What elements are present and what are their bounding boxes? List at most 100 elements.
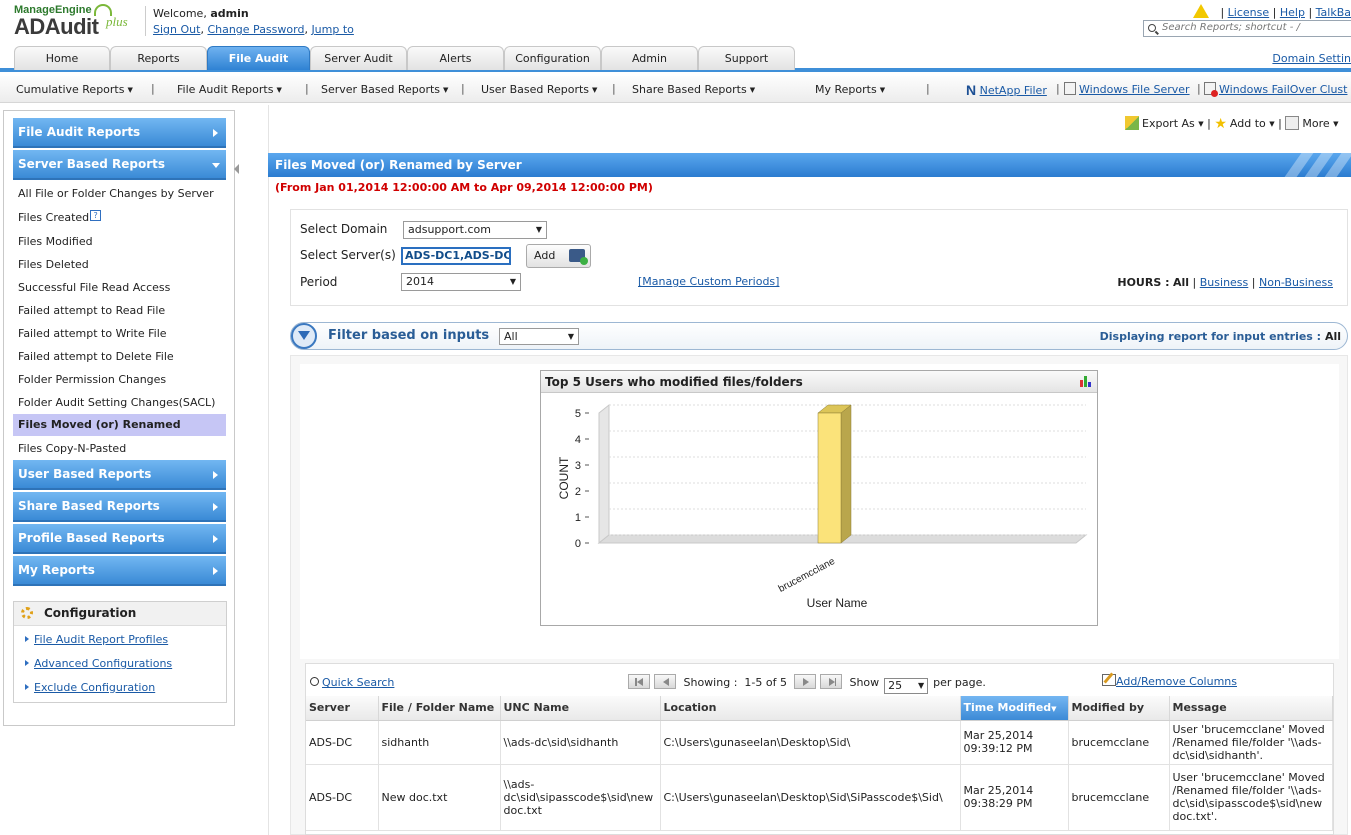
sidebar-item-file-read-access[interactable]: Successful File Read Access — [18, 281, 170, 294]
period-select[interactable]: 2014 ▼ — [401, 273, 521, 291]
configuration-heading: Configuration — [14, 602, 226, 626]
warning-icon[interactable] — [1192, 4, 1209, 18]
table-row[interactable]: ADS-DC New doc.txt \\ads-dc\sid\sipassco… — [306, 764, 1333, 831]
tab-reports[interactable]: Reports — [110, 46, 207, 70]
config-link-advanced-configurations[interactable]: Advanced Configurations — [25, 657, 172, 670]
caret-down-icon: ▼ — [592, 86, 598, 94]
cell-file: New doc.txt — [378, 764, 501, 831]
servers-input[interactable]: ADS-DC1,ADS-DC — [401, 247, 511, 265]
add-server-button[interactable]: Add — [526, 244, 591, 268]
sidebar-section-profile-based-reports[interactable]: Profile Based Reports — [13, 524, 226, 554]
hours-nonbusiness-link[interactable]: Non-Business — [1259, 276, 1333, 289]
sign-out-link[interactable]: Sign Out — [153, 23, 200, 36]
display-entries-note: Displaying report for input entries : Al… — [1099, 330, 1341, 343]
menu-user-based-reports[interactable]: User Based Reports ▼ — [481, 83, 597, 96]
jump-to-link[interactable]: Jump to — [311, 23, 353, 36]
sidebar-item-failed-delete[interactable]: Failed attempt to Delete File — [18, 350, 174, 363]
sidebar-section-my-reports[interactable]: My Reports — [13, 556, 226, 586]
sidebar-item-failed-write[interactable]: Failed attempt to Write File — [18, 327, 167, 340]
chart-type-icon[interactable] — [1079, 374, 1093, 388]
license-link[interactable]: License — [1228, 6, 1269, 19]
tab-support[interactable]: Support — [698, 46, 795, 70]
column-header-message[interactable]: Message — [1169, 696, 1333, 721]
windows-failover-cluster-link[interactable]: Windows FailOver Clust — [1204, 82, 1347, 97]
sidebar-item-files-moved-renamed[interactable]: Files Moved (or) Renamed — [13, 414, 226, 436]
column-header-time-modified[interactable]: Time Modified▼ — [960, 696, 1069, 721]
filter-input-select[interactable]: All ▼ — [499, 328, 579, 345]
sidebar-item-all-changes[interactable]: All File or Folder Changes by Server — [18, 187, 214, 200]
next-page-button[interactable] — [793, 674, 816, 689]
add-remove-columns-link[interactable]: Add/Remove Columns — [1102, 674, 1237, 688]
column-header-unc-name[interactable]: UNC Name — [500, 696, 661, 721]
bar-side — [840, 404, 852, 544]
tab-home[interactable]: Home — [14, 46, 110, 70]
sidebar-section-share-based-reports[interactable]: Share Based Reports — [13, 492, 226, 522]
menu-server-based-reports[interactable]: Server Based Reports ▼ — [321, 83, 448, 96]
column-header-file-folder-name[interactable]: File / Folder Name — [378, 696, 501, 721]
file-server-icon — [1064, 82, 1076, 95]
bar-chart-svg: 0 1 2 3 4 5 COUNT brucemcclaneUser Name — [557, 403, 1088, 610]
sidebar-item-files-deleted[interactable]: Files Deleted — [18, 258, 89, 271]
filter-funnel-icon[interactable] — [291, 323, 317, 349]
top-users-chart: Top 5 Users who modified files/folders 0… — [540, 370, 1098, 626]
cell-unc: \\ads-dc\sid\sidhanth — [500, 720, 661, 765]
export-as-button[interactable]: Export As ▼ — [1125, 116, 1204, 130]
tab-server-audit[interactable]: Server Audit — [310, 46, 407, 70]
config-link-exclude-configuration[interactable]: Exclude Configuration — [25, 681, 155, 694]
tab-admin[interactable]: Admin — [601, 46, 698, 70]
hours-business-link[interactable]: Business — [1200, 276, 1249, 289]
search-icon — [310, 677, 319, 686]
tab-file-audit[interactable]: File Audit — [207, 46, 310, 70]
column-header-modified-by[interactable]: Modified by — [1068, 696, 1170, 721]
sidebar-item-files-copy-pasted[interactable]: Files Copy-N-Pasted — [18, 442, 126, 455]
report-menu-bar: Cumulative Reports ▼ | File Audit Reports… — [0, 76, 1351, 103]
prev-page-button[interactable] — [654, 674, 676, 689]
add-to-button[interactable]: ★ Add to ▼ — [1214, 116, 1274, 132]
quick-search-link[interactable]: Quick Search — [310, 676, 394, 689]
tab-configuration[interactable]: Configuration — [504, 46, 601, 70]
search-reports-input[interactable]: Search Reports; shortcut - / — [1143, 20, 1351, 37]
triangle-right-icon — [25, 660, 29, 666]
menu-my-reports[interactable]: My Reports ▼ — [815, 83, 885, 96]
hours-all[interactable]: All — [1173, 276, 1189, 289]
sidebar-item-files-modified[interactable]: Files Modified — [18, 235, 93, 248]
help-link[interactable]: Help — [1280, 6, 1305, 19]
first-page-button[interactable] — [628, 674, 650, 689]
change-password-link[interactable]: Change Password — [207, 23, 304, 36]
help-icon[interactable]: ? — [90, 210, 102, 221]
menu-file-audit-reports[interactable]: File Audit Reports ▼ — [177, 83, 282, 96]
select-domain-label: Select Domain — [300, 222, 388, 236]
more-button[interactable]: More ▼ — [1285, 116, 1339, 130]
menu-cumulative-reports[interactable]: Cumulative Reports ▼ — [16, 83, 133, 96]
column-header-location[interactable]: Location — [660, 696, 961, 721]
sidebar-item-folder-audit-setting-changes[interactable]: Folder Audit Setting Changes(SACL) — [18, 396, 215, 409]
page-size-select[interactable]: 25 ▼ — [884, 678, 929, 694]
netapp-filer-link[interactable]: N NetApp Filer — [966, 82, 1047, 98]
adaudit-plus-logo[interactable]: ManageEngine ADAudit plus — [14, 4, 139, 42]
tab-alerts[interactable]: Alerts — [407, 46, 504, 70]
config-link-file-audit-report-profiles[interactable]: File Audit Report Profiles — [25, 633, 168, 646]
caret-down-icon: ▼ — [443, 86, 449, 94]
top-header: ManageEngine ADAudit plus Welcome, admin… — [0, 0, 1351, 44]
sidebar-section-server-based-reports[interactable]: Server Based Reports — [13, 150, 226, 180]
sidebar-section-user-based-reports[interactable]: User Based Reports — [13, 460, 226, 490]
domain-select[interactable]: adsupport.com ▼ — [403, 221, 547, 239]
collapse-sidebar-icon[interactable] — [233, 156, 240, 182]
windows-file-server-link[interactable]: Windows File Server — [1064, 82, 1190, 96]
domain-settings-link[interactable]: Domain Settin — [1272, 52, 1351, 65]
table-row[interactable]: ADS-DC sidhanth \\ads-dc\sid\sidhanth C:… — [306, 720, 1333, 765]
report-grid: Quick Search Showing : 1-5 of 5 Show 25 ▼ p… — [305, 663, 1334, 835]
column-header-server[interactable]: Server — [306, 696, 379, 721]
sidebar-section-file-audit-reports[interactable]: File Audit Reports — [13, 118, 226, 148]
sidebar-item-files-created[interactable]: Files Created? — [18, 210, 102, 224]
manage-custom-periods-link[interactable]: [Manage Custom Periods] — [638, 275, 779, 288]
x-tick-label: brucemcclane — [777, 556, 838, 595]
sidebar-item-folder-permission-changes[interactable]: Folder Permission Changes — [18, 373, 166, 386]
menu-share-based-reports[interactable]: Share Based Reports ▼ — [632, 83, 755, 96]
last-page-button[interactable] — [819, 674, 842, 689]
caret-down-icon: ▼ — [1333, 120, 1339, 128]
caret-down-icon: ▼ — [749, 86, 756, 94]
sidebar-item-failed-read[interactable]: Failed attempt to Read File — [18, 304, 165, 317]
talkback-link[interactable]: TalkBa — [1316, 6, 1351, 19]
star-icon: ★ — [1214, 116, 1227, 132]
